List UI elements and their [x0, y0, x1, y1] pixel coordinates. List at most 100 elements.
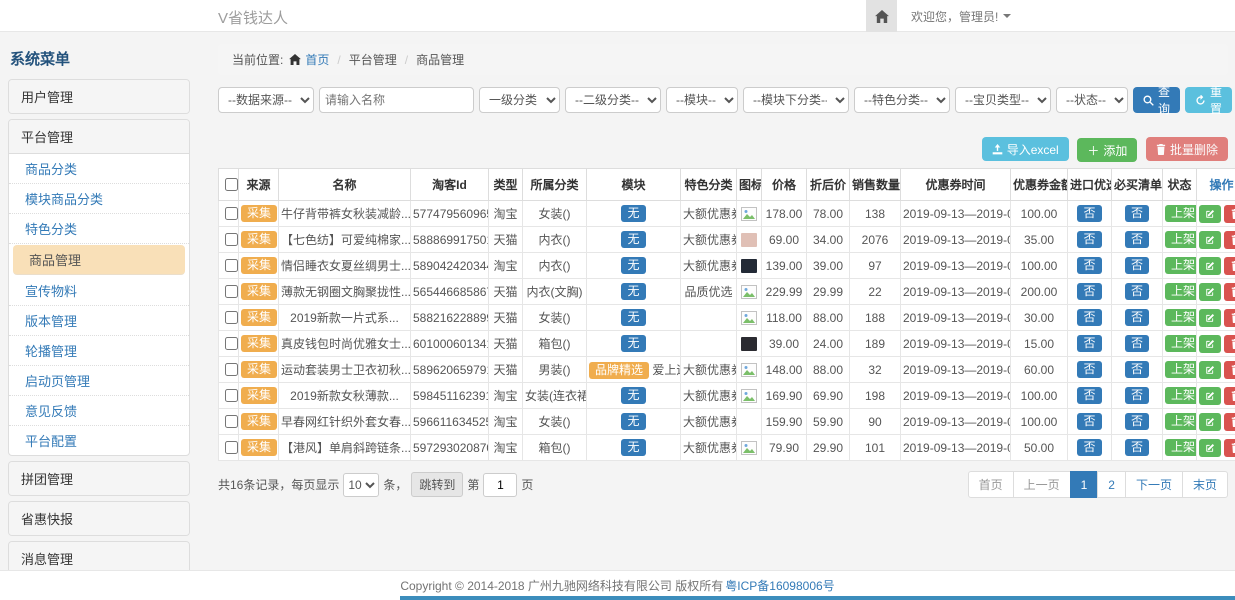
delete-button[interactable]	[1224, 413, 1235, 431]
page-button-2[interactable]: 2	[1097, 471, 1126, 498]
breadcrumb-home-link[interactable]: 首页	[305, 51, 329, 68]
icp-link[interactable]: 粤ICP备16098006号	[725, 577, 834, 594]
data-source-select[interactable]: --数据来源--	[218, 87, 314, 113]
table-cell: 牛仔背带裤女秋装减龄...	[279, 201, 411, 227]
delete-button[interactable]	[1224, 257, 1235, 275]
table-cell: 采集	[239, 305, 279, 331]
sidebar-item[interactable]: 模块商品分类	[9, 184, 189, 214]
sidebar-item[interactable]: 宣传物料	[9, 276, 189, 306]
add-button[interactable]: ＋ 添加	[1077, 138, 1137, 162]
sidebar-item[interactable]: 启动页管理	[9, 366, 189, 396]
sidebar-item[interactable]: 商品分类	[9, 154, 189, 184]
imported-badge: 否	[1077, 231, 1101, 248]
sidebar-item[interactable]: 特色分类	[9, 214, 189, 244]
sidebar-item[interactable]: 意见反馈	[9, 396, 189, 426]
edit-button[interactable]	[1199, 335, 1221, 353]
delete-button[interactable]	[1224, 231, 1235, 249]
user-menu[interactable]: 欢迎您，管理员!	[911, 8, 1011, 25]
sidebar-group-header-3[interactable]: 省惠快报	[9, 502, 189, 535]
page-number-input[interactable]	[483, 473, 517, 497]
sidebar-item[interactable]: 版本管理	[9, 306, 189, 336]
home-button[interactable]	[866, 0, 897, 32]
page-button-下一页[interactable]: 下一页	[1125, 471, 1183, 498]
refresh-icon	[1195, 95, 1206, 106]
page-button-上一页[interactable]: 上一页	[1013, 471, 1071, 498]
edit-button[interactable]	[1199, 309, 1221, 327]
edit-button[interactable]	[1199, 257, 1221, 275]
module-badge: 无	[621, 309, 645, 326]
table-cell: 597293020870	[411, 435, 489, 461]
page-button-首页[interactable]: 首页	[968, 471, 1014, 498]
delete-button[interactable]	[1224, 309, 1235, 327]
breadcrumb: 当前位置: 首页 / 平台管理 / 商品管理	[218, 44, 1228, 75]
table-cell	[737, 331, 762, 357]
status-select[interactable]: --状态--	[1056, 87, 1128, 113]
row-checkbox[interactable]	[225, 207, 238, 220]
cell-feature: 大额优惠券	[683, 363, 737, 377]
per-page-select[interactable]: 10	[343, 473, 379, 497]
row-checkbox[interactable]	[225, 337, 238, 350]
table-cell: 无	[587, 201, 681, 227]
broken-image-icon	[741, 389, 757, 403]
select-all-checkbox[interactable]	[225, 178, 238, 191]
row-checkbox[interactable]	[225, 311, 238, 324]
table-cell: 采集	[239, 435, 279, 461]
cell-name: 运动套装男士卫衣初秋...	[281, 363, 411, 377]
table-cell	[1197, 435, 1235, 461]
sidebar-group-header-1[interactable]: 平台管理	[9, 120, 189, 154]
table-cell: 69.00	[762, 227, 807, 253]
delete-button[interactable]	[1224, 283, 1235, 301]
table-cell: 否	[1068, 305, 1112, 331]
filter-bar: --数据来源-- 一级分类 --二级分类-- --模块-- --模块下分类-- …	[218, 87, 1228, 113]
delete-button[interactable]	[1224, 335, 1235, 353]
table-cell: 上架	[1163, 305, 1197, 331]
edit-button[interactable]	[1199, 439, 1221, 457]
module-subcategory-select[interactable]: --模块下分类--	[743, 87, 849, 113]
table-cell: 101	[850, 435, 901, 461]
page-button-1[interactable]: 1	[1070, 471, 1099, 498]
feature-category-select[interactable]: --特色分类--	[854, 87, 950, 113]
cell-feature: 大额优惠券	[683, 233, 737, 247]
name-search-input[interactable]	[319, 87, 474, 113]
edit-button[interactable]	[1199, 413, 1221, 431]
jump-to-button[interactable]: 跳转到	[411, 472, 463, 497]
edit-button[interactable]	[1199, 387, 1221, 405]
row-checkbox[interactable]	[225, 389, 238, 402]
level2-category-select[interactable]: --二级分类--	[565, 87, 661, 113]
search-button[interactable]: 查询	[1133, 87, 1180, 113]
batch-delete-button[interactable]: 批量删除	[1146, 137, 1228, 161]
sidebar-item[interactable]: 商品管理	[13, 245, 185, 275]
delete-button[interactable]	[1224, 439, 1235, 457]
import-excel-button[interactable]: 导入excel	[982, 137, 1069, 161]
row-checkbox[interactable]	[225, 415, 238, 428]
item-type-select[interactable]: --宝贝类型--	[955, 87, 1051, 113]
sidebar-group-header-2[interactable]: 拼团管理	[9, 462, 189, 495]
delete-button[interactable]	[1224, 361, 1235, 379]
page-button-末页[interactable]: 末页	[1182, 471, 1228, 498]
imported-badge: 否	[1077, 413, 1101, 430]
reset-button[interactable]: 重置	[1185, 87, 1232, 113]
sidebar-item[interactable]: 轮播管理	[9, 336, 189, 366]
edit-button[interactable]	[1199, 283, 1221, 301]
delete-button[interactable]	[1224, 205, 1235, 223]
sidebar-group-header-0[interactable]: 用户管理	[9, 80, 189, 113]
module-badge: 无	[621, 257, 645, 274]
row-checkbox[interactable]	[225, 233, 238, 246]
edit-button[interactable]	[1199, 231, 1221, 249]
table-toolbar: 导入excel ＋ 添加 批量删除	[218, 137, 1228, 162]
row-checkbox[interactable]	[225, 441, 238, 454]
cell-category: 男装()	[539, 363, 571, 377]
row-checkbox[interactable]	[225, 285, 238, 298]
edit-button[interactable]	[1199, 361, 1221, 379]
delete-button[interactable]	[1224, 387, 1235, 405]
status-badge: 上架	[1165, 257, 1197, 274]
module-select[interactable]: --模块--	[666, 87, 738, 113]
sidebar-item[interactable]: 平台配置	[9, 426, 189, 455]
table-cell: 上架	[1163, 409, 1197, 435]
row-checkbox[interactable]	[225, 259, 238, 272]
edit-button[interactable]	[1199, 205, 1221, 223]
level1-category-select[interactable]: 一级分类	[479, 87, 560, 113]
table-cell: 35.00	[1011, 227, 1068, 253]
row-checkbox[interactable]	[225, 363, 238, 376]
edit-icon	[1205, 235, 1215, 245]
